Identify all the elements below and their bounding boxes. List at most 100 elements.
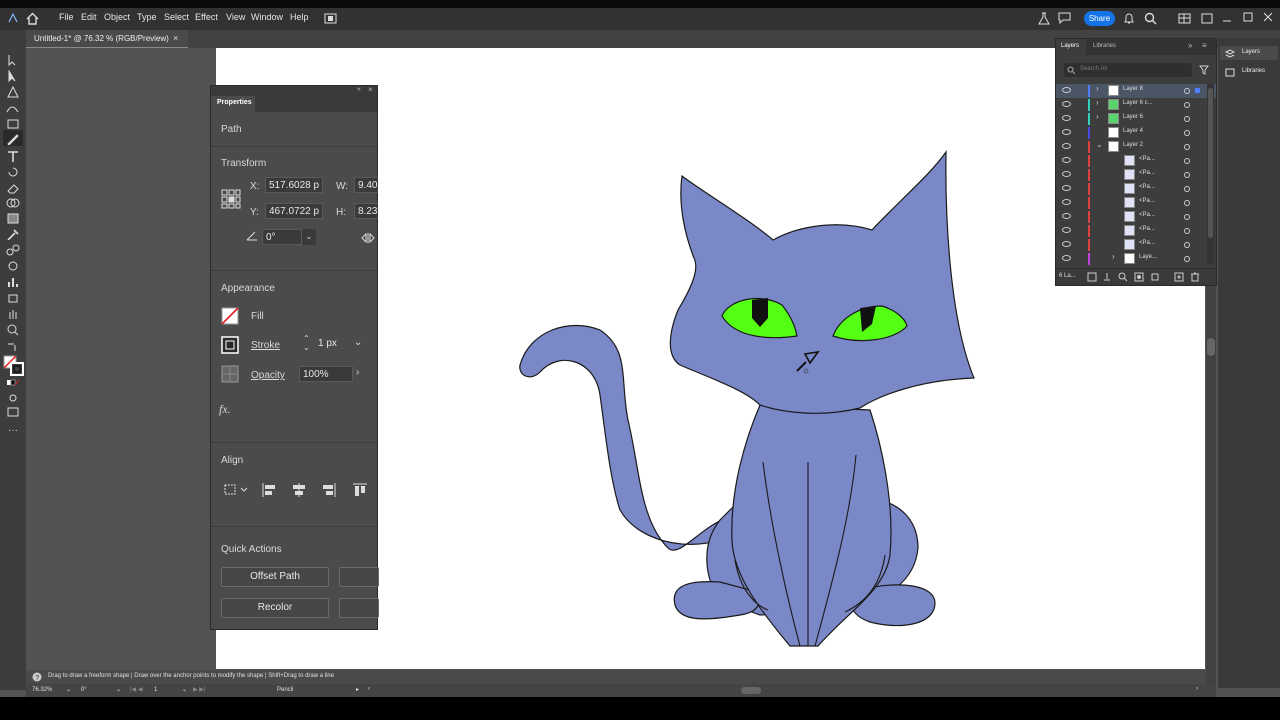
expand-toggle-icon[interactable]: ⌄ — [1096, 140, 1103, 149]
menu-file[interactable]: File — [59, 12, 74, 22]
layer-name[interactable]: <Pa... — [1139, 156, 1155, 162]
menu-effect[interactable]: Effect — [195, 12, 218, 22]
menu-type[interactable]: Type — [137, 12, 157, 22]
new-layer-icon[interactable] — [1174, 272, 1184, 282]
fill-stroke-swatch-icon[interactable] — [3, 355, 25, 377]
visibility-eye-icon[interactable] — [1062, 199, 1071, 205]
layers-search-input[interactable]: Search All — [1064, 63, 1192, 77]
layer-row[interactable]: <Pa... — [1056, 168, 1216, 182]
zoom-tool-icon[interactable] — [6, 324, 20, 336]
artboard-dropdown-icon[interactable]: ⌄ — [182, 686, 187, 693]
screen-mode-icon[interactable] — [6, 406, 20, 418]
menu-window[interactable]: Window — [251, 12, 283, 22]
eraser-tool-icon[interactable] — [6, 182, 20, 194]
menu-edit[interactable]: Edit — [81, 12, 97, 22]
layer-name[interactable]: Layer 8 — [1123, 86, 1143, 92]
stroke-swatch-icon[interactable] — [221, 336, 239, 354]
offset-path-button[interactable]: Offset Path — [221, 567, 329, 587]
target-circle-icon[interactable] — [1184, 200, 1190, 206]
layer-row[interactable]: <Pa... — [1056, 224, 1216, 238]
opacity-arrow-icon[interactable]: › — [356, 367, 359, 378]
rotation-dropdown-icon[interactable]: ⌄ — [116, 686, 121, 693]
draw-mode-icon[interactable] — [6, 392, 20, 404]
layer-row[interactable]: <Pa... — [1056, 182, 1216, 196]
layer-row[interactable]: ⌄ Layer 2 — [1056, 140, 1216, 154]
layers-panel-menu-icon[interactable]: ≡ — [1202, 41, 1207, 50]
target-circle-icon[interactable] — [1184, 88, 1190, 94]
shape-builder-tool-icon[interactable] — [6, 197, 20, 209]
target-circle-icon[interactable] — [1184, 242, 1190, 248]
selection-indicator[interactable] — [1195, 88, 1200, 93]
w-input[interactable]: 9.40 — [354, 177, 378, 193]
workspace-switcher-icon[interactable] — [1178, 13, 1191, 24]
scroll-left-icon[interactable]: ‹ — [368, 686, 370, 692]
locate-object-icon[interactable] — [1118, 272, 1128, 282]
eyedropper-tool-icon[interactable] — [6, 228, 20, 240]
rotation-value[interactable]: 0° — [81, 687, 87, 693]
opacity-input[interactable]: 100% — [299, 366, 353, 382]
pen-tool-icon[interactable] — [6, 86, 20, 98]
target-circle-icon[interactable] — [1184, 172, 1190, 178]
export-icon[interactable] — [1102, 272, 1112, 282]
quick-action-button-2[interactable] — [339, 567, 379, 587]
color-modes-icon[interactable] — [6, 377, 20, 389]
selection-tool-icon[interactable] — [6, 54, 20, 66]
notifications-bell-icon[interactable] — [1123, 12, 1135, 25]
layer-row[interactable]: › Layer 8 — [1056, 84, 1216, 98]
visibility-eye-icon[interactable] — [1062, 241, 1071, 247]
panels-icon[interactable] — [1201, 13, 1213, 24]
visibility-eye-icon[interactable] — [1062, 143, 1071, 149]
visibility-eye-icon[interactable] — [1062, 157, 1071, 163]
dock-layers-button[interactable]: Layers — [1220, 46, 1278, 60]
align-horizontal-center-icon[interactable] — [291, 482, 307, 498]
layer-row[interactable]: › Layer 6 — [1056, 112, 1216, 126]
zoom-level[interactable]: 76.32% — [32, 687, 52, 693]
stroke-stepper-icon[interactable]: ⌃ ⌄ — [303, 334, 310, 352]
layer-name[interactable]: <Pa... — [1139, 212, 1155, 218]
pencil-tool-icon[interactable] — [6, 133, 20, 145]
stroke-weight-input[interactable]: 1 px — [315, 336, 351, 352]
make-clipping-mask-icon[interactable] — [1134, 272, 1144, 282]
artboard-number[interactable]: 1 — [154, 687, 157, 693]
target-circle-icon[interactable] — [1184, 186, 1190, 192]
visibility-eye-icon[interactable] — [1062, 129, 1071, 135]
new-sublayer-icon[interactable] — [1150, 272, 1160, 282]
visibility-eye-icon[interactable] — [1062, 101, 1071, 107]
layer-row[interactable]: <Pa... — [1056, 210, 1216, 224]
libraries-tab[interactable]: Libraries — [1093, 43, 1116, 49]
menu-select[interactable]: Select — [164, 12, 189, 22]
direct-selection-tool-icon[interactable] — [6, 70, 20, 82]
target-circle-icon[interactable] — [1184, 228, 1190, 234]
fill-label[interactable]: Fill — [251, 311, 264, 322]
search-icon[interactable] — [1144, 12, 1157, 25]
flip-horizontal-icon[interactable] — [361, 232, 377, 244]
layers-scroll-thumb[interactable] — [1208, 88, 1213, 238]
vertical-scroll-thumb[interactable] — [1207, 338, 1215, 356]
layer-name[interactable]: Layer 6 c... — [1123, 100, 1153, 106]
recolor-button[interactable]: Recolor — [221, 598, 329, 618]
layer-row[interactable]: <Pa... — [1056, 238, 1216, 252]
align-top-icon[interactable] — [352, 482, 368, 498]
collapse-panel-icon[interactable]: « — [357, 86, 361, 93]
layers-tab[interactable]: Layers — [1056, 39, 1086, 55]
align-right-icon[interactable] — [321, 482, 337, 498]
layer-row[interactable]: Layer 4 — [1056, 126, 1216, 140]
rotate-angle-input[interactable]: 0° — [262, 229, 302, 245]
first-artboard-icon[interactable]: |◀ ◀ — [130, 686, 142, 693]
maximize-icon[interactable] — [1243, 12, 1253, 22]
layer-name[interactable]: <Pa... — [1139, 184, 1155, 190]
quick-action-button-4[interactable] — [339, 598, 379, 618]
layer-name[interactable]: <Pa... — [1139, 240, 1155, 246]
scroll-right-icon[interactable]: › — [1196, 686, 1198, 692]
expand-toggle-icon[interactable]: › — [1096, 84, 1099, 93]
filter-icon[interactable] — [1199, 65, 1209, 75]
collapse-layers-icon[interactable]: » — [1188, 41, 1192, 50]
column-graph-tool-icon[interactable] — [6, 276, 20, 288]
blend-tool-icon[interactable] — [6, 244, 20, 256]
layer-row[interactable]: <Pa... — [1056, 196, 1216, 210]
next-artboard-icon[interactable]: ▶ ▶| — [193, 686, 205, 693]
visibility-eye-icon[interactable] — [1062, 185, 1071, 191]
status-menu-icon[interactable]: ▸ — [356, 686, 359, 693]
minimize-icon[interactable] — [1222, 13, 1232, 23]
expand-toggle-icon[interactable]: › — [1112, 252, 1115, 261]
